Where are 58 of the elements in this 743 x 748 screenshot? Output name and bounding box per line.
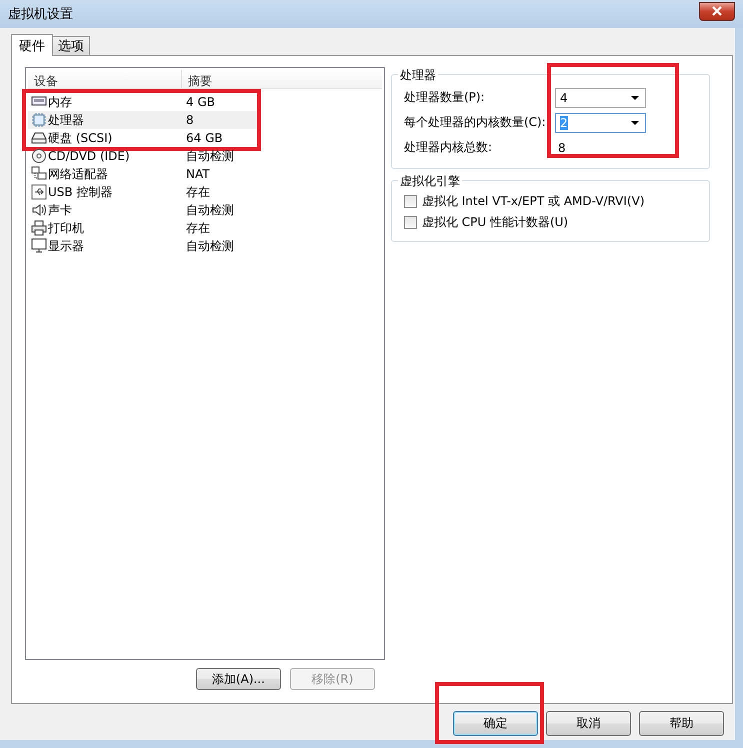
device-summary: 64 GB (186, 131, 223, 145)
network-icon (31, 166, 47, 182)
group-title: 虚拟化引擎 (398, 173, 462, 190)
device-summary: 自动检测 (186, 202, 234, 218)
dialog-button[interactable]: 帮助 (639, 711, 724, 736)
field-label: 每个处理器的内核数量(C): (404, 114, 547, 131)
field-label: 处理器数量(P): (404, 89, 486, 106)
caret-icon (630, 96, 639, 100)
device-row[interactable]: 显示器 自动检测 (28, 237, 382, 255)
column-header[interactable]: 摘要 (182, 70, 218, 88)
hard-drive-icon (31, 130, 47, 146)
device-summary: 自动检测 (186, 148, 234, 164)
device-name: 声卡 (48, 202, 72, 218)
device-row[interactable]: 硬盘 (SCSI) 64 GB (28, 129, 257, 147)
device-row[interactable]: CD/DVD (IDE) 自动检测 (28, 147, 382, 165)
tab[interactable]: 硬件 (11, 34, 53, 56)
device-row[interactable]: 打印机 存在 (28, 219, 382, 237)
dialog-button[interactable]: 取消 (546, 711, 631, 736)
usb-icon (31, 184, 47, 200)
printer-icon (31, 220, 47, 236)
device-name: 处理器 (48, 112, 84, 128)
device-summary: 8 (186, 113, 194, 127)
device-summary: 4 GB (186, 95, 215, 109)
device-name: CD/DVD (IDE) (48, 149, 130, 163)
device-summary: 存在 (186, 184, 210, 200)
device-name: USB 控制器 (48, 184, 112, 200)
checkbox[interactable] (404, 195, 417, 208)
device-name: 显示器 (48, 238, 84, 254)
device-name: 内存 (48, 94, 72, 110)
column-header[interactable]: 设备 (28, 70, 182, 88)
speaker-icon (31, 202, 47, 218)
device-row[interactable]: 网络适配器 NAT (28, 165, 382, 183)
device-summary: 自动检测 (186, 238, 234, 254)
dropdown[interactable]: 4 (554, 88, 646, 108)
device-name: 打印机 (48, 220, 84, 236)
dialog-button[interactable]: 确定 (453, 711, 538, 736)
device-row[interactable]: 内存 4 GB (28, 93, 257, 111)
device-row[interactable]: 声卡 自动检测 (28, 201, 382, 219)
field-value: 8 (556, 140, 566, 154)
chip-icon (31, 112, 47, 128)
window-title: 虚拟机设置 (8, 6, 73, 23)
checkbox[interactable] (404, 216, 417, 229)
device-name: 硬盘 (SCSI) (48, 130, 112, 146)
checkbox-label: 虚拟化 Intel VT-x/EPT 或 AMD-V/RVI(V) (422, 193, 645, 210)
device-summary: NAT (186, 167, 210, 181)
close-button[interactable] (699, 2, 735, 20)
list-button[interactable]: 添加(A)... (196, 668, 281, 690)
device-row[interactable]: 处理器 8 (28, 111, 257, 129)
disc-icon (31, 148, 47, 164)
device-summary: 存在 (186, 220, 210, 236)
monitor-icon (31, 238, 47, 254)
device-name: 网络适配器 (48, 166, 108, 182)
field-label: 处理器内核总数: (404, 139, 493, 156)
checkbox-label: 虚拟化 CPU 性能计数器(U) (422, 214, 568, 231)
device-row[interactable]: USB 控制器 存在 (28, 183, 382, 201)
close-icon (711, 6, 723, 16)
tab[interactable]: 选项 (52, 36, 90, 55)
caret-icon (630, 120, 639, 124)
